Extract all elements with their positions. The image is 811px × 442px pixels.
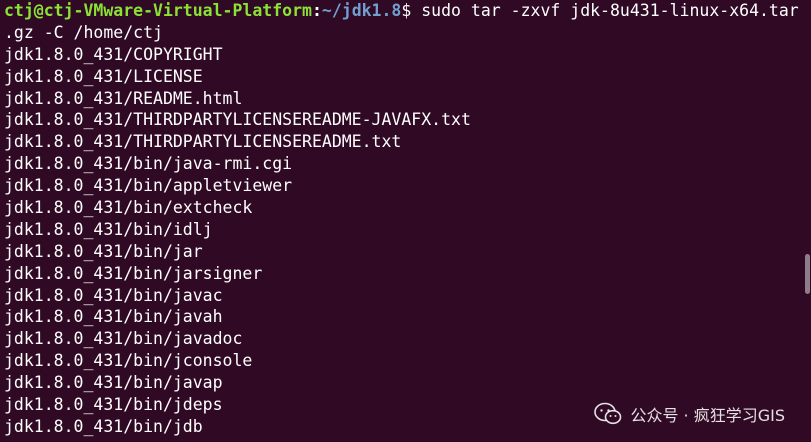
terminal-output: ctj@ctj-VMware-Virtual-Platform:~/jdk1.8… [4, 0, 799, 438]
output-line: jdk1.8.0_431/bin/jar [4, 241, 203, 261]
output-line: jdk1.8.0_431/bin/javah [4, 307, 223, 327]
output-line: jdk1.8.0_431/README.html [4, 88, 243, 108]
watermark: 公众号 · 疯狂学习GIS [594, 402, 785, 426]
output-line: jdk1.8.0_431/bin/java-rmi.cgi [4, 154, 293, 174]
output-line: jdk1.8.0_431/bin/jconsole [4, 351, 253, 371]
prompt-line: ctj@ctj-VMware-Virtual-Platform:~/jdk1.8… [4, 0, 799, 22]
prompt-path: ~/jdk1.8 [321, 1, 402, 20]
scrollbar-thumb[interactable] [805, 254, 810, 294]
command-text: sudo tar -zxvf jdk-8u431-linux-x64.tar [411, 1, 799, 20]
output-line: jdk1.8.0_431/THIRDPARTYLICENSEREADME-JAV… [4, 110, 471, 130]
output-line: jdk1.8.0_431/bin/javadoc [4, 329, 243, 349]
output-line: jdk1.8.0_431/bin/javac [4, 285, 223, 305]
output-line: jdk1.8.0_431/THIRDPARTYLICENSEREADME.txt [4, 132, 402, 152]
prompt-user-host: ctj@ctj-VMware-Virtual-Platform [4, 1, 312, 20]
output-line: jdk1.8.0_431/bin/javap [4, 373, 223, 393]
output-line: jdk1.8.0_431/bin/jarsigner [4, 263, 263, 283]
output-line: jdk1.8.0_431/bin/idlj [4, 219, 213, 239]
output-line: jdk1.8.0_431/bin/extcheck [4, 198, 253, 218]
prompt-separator: : [311, 1, 322, 20]
output-line: jdk1.8.0_431/LICENSE [4, 66, 203, 86]
watermark-text: 公众号 · 疯狂学习GIS [630, 406, 785, 425]
output-line: .gz -C /home/ctj [4, 22, 163, 42]
terminal-window[interactable]: ctj@ctj-VMware-Virtual-Platform:~/jdk1.8… [0, 0, 811, 442]
wechat-icon [594, 402, 622, 425]
output-line: jdk1.8.0_431/COPYRIGHT [4, 44, 223, 64]
output-line: jdk1.8.0_431/bin/appletviewer [4, 176, 293, 196]
prompt-symbol: $ [401, 1, 412, 20]
